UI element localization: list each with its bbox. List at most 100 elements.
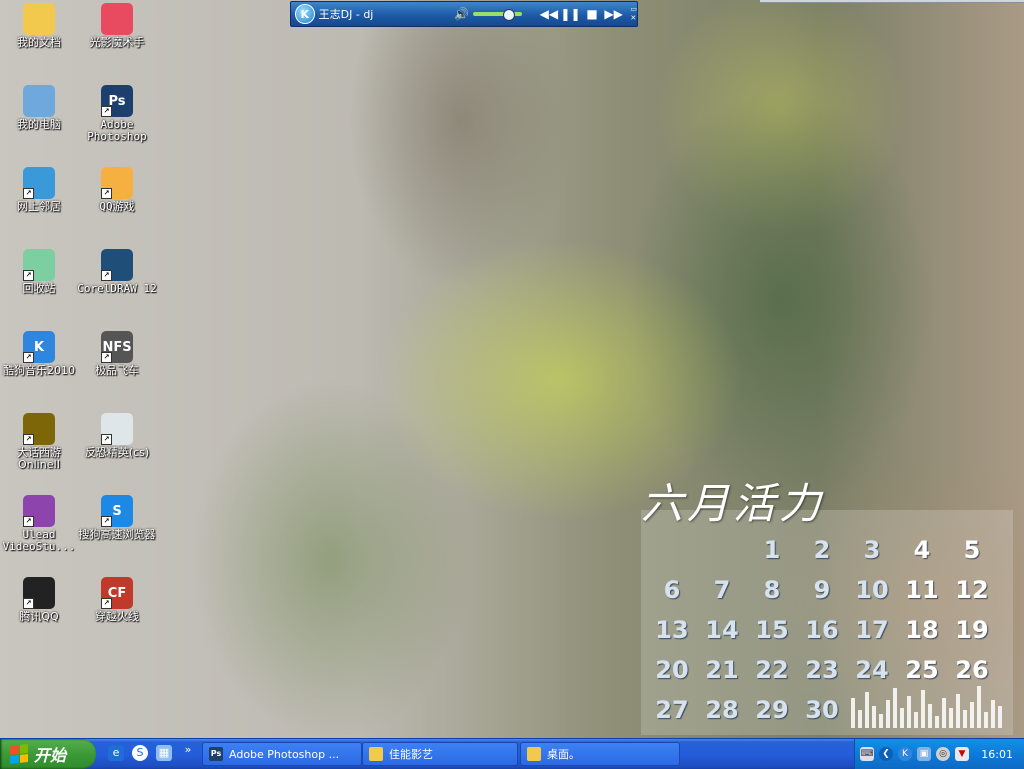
desktop-icon[interactable]: ↗ 回收站 [0, 249, 79, 295]
calendar-day: 4 [913, 536, 931, 564]
desktop-icon[interactable]: S ↗ 搜狗高速浏览器 [77, 495, 157, 541]
show-desktop-icon[interactable]: ▦ [156, 745, 172, 761]
system-tray: ⌨ ❮ K ▣ ◎ ▼ 16:01 [854, 739, 1024, 769]
desktop-icon-label: 回收站 [22, 282, 56, 295]
desktop-icon-label: Adobe Photoshop [87, 118, 147, 143]
task-label: Adobe Photoshop ... [229, 747, 340, 761]
kugou-tray-icon[interactable]: K [898, 747, 912, 761]
kugou-icon: K ↗ [23, 331, 55, 363]
desktop-icon[interactable]: CF ↗ 穿越火线 [77, 577, 157, 623]
network-tray-icon[interactable]: ▣ [917, 747, 931, 761]
desktop-icon-label: 酷狗音乐2010 [3, 364, 75, 377]
folder-icon [527, 747, 541, 761]
close-icon[interactable]: ✕ [630, 14, 637, 23]
calendar-day: 25 [905, 656, 939, 684]
desktop-icon[interactable]: ↗ 大话西游OnlineII [0, 413, 79, 471]
calendar-title: 六月活力 [641, 479, 826, 528]
desktop-icon[interactable]: K ↗ 酷狗音乐2010 [0, 331, 79, 377]
start-button[interactable]: 开始 [0, 739, 96, 769]
crossfire-icon: CF ↗ [101, 577, 133, 609]
shortcut-arrow-icon: ↗ [101, 106, 112, 117]
kugou-logo-icon[interactable]: K [295, 4, 315, 24]
desktop-icon[interactable]: ↗ 网上邻居 [0, 167, 79, 213]
calendar-day: 9 [813, 576, 831, 604]
desktop-icon-label: 我的电脑 [17, 118, 61, 131]
calendar-day: 3 [863, 536, 881, 564]
pause-button[interactable]: ❚❚ [560, 7, 582, 21]
task-photoshop[interactable]: Ps Adobe Photoshop ... [202, 742, 362, 766]
shortcut-arrow-icon: ↗ [23, 516, 34, 527]
calendar-day: 1 [763, 536, 781, 564]
desktop-icon[interactable]: Ps ↗ Adobe Photoshop [77, 85, 157, 143]
security-tray-icon[interactable]: ◎ [936, 747, 950, 761]
quick-launch-chevron[interactable]: » [180, 742, 196, 758]
media-player-mini[interactable]: K 王志DJ - dj 🔊 ◀◀ ❚❚ ■ ▶▶ ▭ ✕ [290, 1, 638, 27]
keyboard-icon[interactable]: ⌨ [860, 747, 874, 761]
calendar-day: 16 [805, 616, 839, 644]
desktop-icon[interactable]: 我的文档 [0, 3, 79, 49]
qq-game-icon: ↗ [101, 167, 133, 199]
track-title: 王志DJ - dj [318, 8, 374, 21]
shortcut-arrow-icon: ↗ [101, 352, 112, 363]
calendar-day: 14 [705, 616, 739, 644]
next-button[interactable]: ▶▶ [603, 7, 625, 21]
sogou-icon[interactable]: S [132, 745, 148, 761]
calendar-decoration [851, 684, 1011, 728]
shield-tray-icon[interactable]: ▼ [955, 747, 969, 761]
calendar-day: 21 [705, 656, 739, 684]
calendar-day: 20 [655, 656, 689, 684]
desktop-icon[interactable]: ↗ 腾讯QQ [0, 577, 79, 623]
chevron-left-icon[interactable]: ❮ [879, 747, 893, 761]
desktop-icon-label: 大话西游OnlineII [17, 446, 61, 471]
shortcut-arrow-icon: ↗ [101, 516, 112, 527]
sogou-browser-icon: S ↗ [101, 495, 133, 527]
shortcut-arrow-icon: ↗ [23, 352, 34, 363]
photoshop-icon: Ps [209, 747, 223, 761]
desktop-icon-label: 反恐精英(cs) [84, 446, 150, 459]
desktop-icon-label: 腾讯QQ [19, 610, 59, 623]
task-desktop-folder[interactable]: 桌面。 [520, 742, 680, 766]
desktop-icon-label: CorelDRAW 12 [77, 282, 157, 295]
folder-documents-icon [23, 3, 55, 35]
photo-app-icon [101, 3, 133, 35]
coreldraw-icon: ↗ [101, 249, 133, 281]
calendar-day: 8 [763, 576, 781, 604]
task-label: 桌面。 [547, 748, 580, 761]
task-canon-folder[interactable]: 佳能影艺 [362, 742, 518, 766]
calendar-day [697, 536, 747, 564]
desktop-icon[interactable]: ↗ 反恐精英(cs) [77, 413, 157, 459]
ulead-icon: ↗ [23, 495, 55, 527]
desktop-icon[interactable]: 光影魔术手 [77, 3, 157, 49]
minimize-icon[interactable]: ▭ [630, 5, 637, 14]
volume-icon[interactable]: 🔊 [454, 7, 469, 21]
clock[interactable]: 16:01 [981, 748, 1013, 761]
calendar-day: 30 [805, 696, 839, 724]
desktop-icon[interactable]: ↗ QQ游戏 [77, 167, 157, 213]
calendar-day: 15 [755, 616, 789, 644]
start-label: 开始 [34, 746, 67, 765]
volume-slider[interactable] [473, 9, 523, 21]
shortcut-arrow-icon: ↗ [101, 188, 112, 199]
stop-button[interactable]: ■ [581, 7, 603, 21]
desktop-icon[interactable]: ↗ Ulead VideoStu... [0, 495, 79, 553]
desktop-icon-label: QQ游戏 [99, 200, 135, 213]
photoshop-icon: Ps ↗ [101, 85, 133, 117]
folder-icon [369, 747, 383, 761]
desktop-icon[interactable]: ↗ CorelDRAW 12 [77, 249, 157, 295]
shortcut-arrow-icon: ↗ [101, 598, 112, 609]
task-label: 佳能影艺 [389, 748, 433, 761]
calendar-day: 26 [955, 656, 989, 684]
desktop-icon[interactable]: NFS ↗ 极品飞车 [77, 331, 157, 377]
desktop-icon-label: 光影魔术手 [89, 36, 145, 49]
calendar-day: 10 [855, 576, 889, 604]
ie-icon[interactable]: e [108, 745, 124, 761]
window-edge [760, 0, 1024, 3]
previous-button[interactable]: ◀◀ [538, 7, 560, 21]
calendar-widget: 六月活力 1 2 3 4 5 6 7 8 9 10 11 12 13 14 15 16 17 18 19 20 21 22… [641, 470, 1013, 735]
desktop-icon-label: 搜狗高速浏览器 [78, 528, 156, 541]
desktop-icon-label: 穿越火线 [95, 610, 139, 623]
windows-flag-icon [10, 744, 28, 764]
nfs-icon: NFS ↗ [101, 331, 133, 363]
desktop-icon[interactable]: 我的电脑 [0, 85, 79, 131]
calendar-day: 28 [705, 696, 739, 724]
